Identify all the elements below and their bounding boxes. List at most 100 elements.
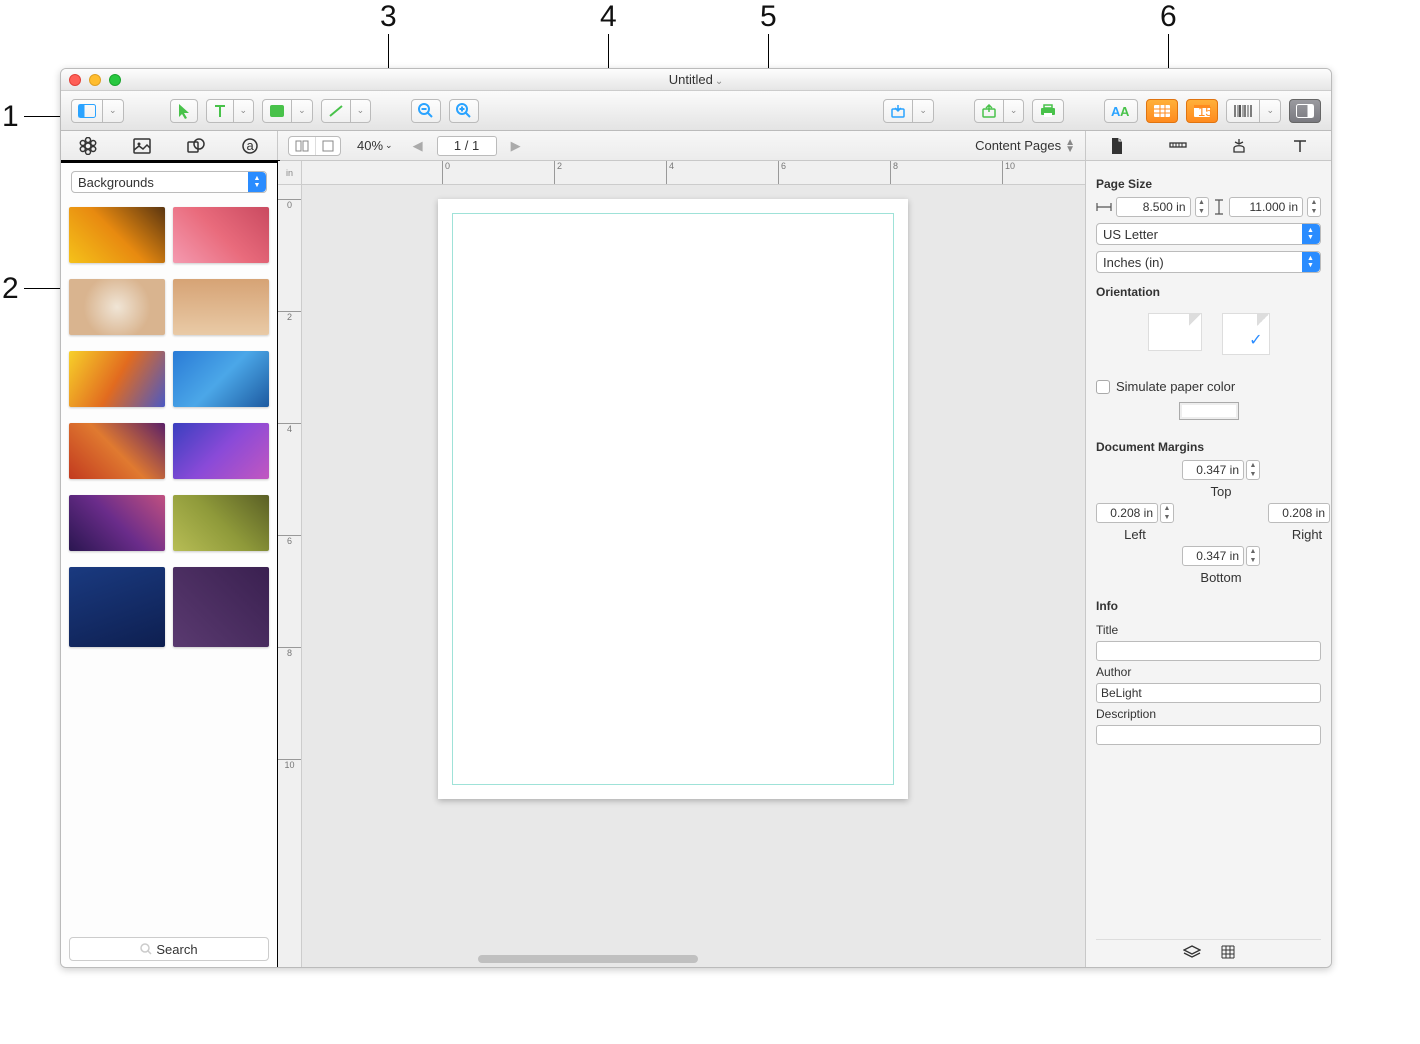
source-category-dropdown[interactable]: Backgrounds <box>71 171 267 193</box>
titlebar: Untitled⌄ <box>61 69 1331 91</box>
text-tab[interactable] <box>1286 139 1314 153</box>
shape-tool-button[interactable] <box>262 99 292 123</box>
ruler-tick: 2 <box>278 311 301 322</box>
import-menu[interactable]: ⌄ <box>913 99 934 123</box>
check-icon: ✓ <box>1249 330 1262 350</box>
ruler-tick: 0 <box>278 199 301 210</box>
margin-bottom-field[interactable]: 0.347 in <box>1182 546 1244 566</box>
page-width-stepper[interactable] <box>1195 197 1209 217</box>
view-mode-toggle[interactable] <box>288 136 341 156</box>
callout-5: 5 <box>760 0 777 34</box>
document-tab[interactable] <box>1103 137 1131 155</box>
inspector-panel: Page Size 8.500 in 11.000 in US Letter I… <box>1085 161 1331 967</box>
zoom-in-button[interactable] <box>449 99 479 123</box>
background-thumbnail[interactable] <box>69 567 165 647</box>
app-window: Untitled⌄ ⌄ ⌄ ⌄ <box>60 68 1332 968</box>
shapes-tab[interactable] <box>184 135 208 157</box>
canvas-area[interactable]: in 0246810 0246810 <box>278 161 1085 967</box>
background-thumbnail[interactable] <box>69 351 165 407</box>
updown-icon: ▲▼ <box>1065 139 1075 153</box>
page-height-stepper[interactable] <box>1307 197 1321 217</box>
page-canvas[interactable] <box>438 199 908 799</box>
info-title-field[interactable] <box>1096 641 1321 661</box>
background-thumbnail[interactable] <box>173 495 269 551</box>
calendar-button[interactable]: 15 <box>1186 99 1218 123</box>
margin-bottom-stepper[interactable] <box>1246 546 1260 566</box>
dropdown-icon <box>248 172 266 192</box>
margin-top-stepper[interactable] <box>1246 460 1260 480</box>
chevron-down-icon: ⌄ <box>715 76 723 87</box>
appearance-tab[interactable] <box>1225 138 1253 154</box>
margin-left-field[interactable]: 0.208 in <box>1096 503 1158 523</box>
background-thumbnail[interactable] <box>173 279 269 335</box>
ruler-tick: 4 <box>666 161 674 184</box>
text-styles-tab[interactable]: a <box>238 135 262 157</box>
zoom-dropdown[interactable]: 40%⌄ <box>351 138 399 153</box>
source-thumbnails <box>61 203 277 931</box>
search-placeholder: Search <box>156 942 197 957</box>
background-thumbnail[interactable] <box>69 207 165 263</box>
page-indicator[interactable]: 1 / 1 <box>437 136 497 156</box>
fonts-button[interactable]: AA <box>1104 99 1138 123</box>
prev-page-button[interactable]: ◀ <box>409 138 427 154</box>
share-menu[interactable]: ⌄ <box>1004 99 1025 123</box>
orientation-portrait-button[interactable]: ✓ <box>1222 313 1270 355</box>
info-author-field[interactable]: BeLight <box>1096 683 1321 703</box>
next-page-button[interactable]: ▶ <box>507 138 525 154</box>
clipart-tab[interactable] <box>76 135 100 157</box>
panels-toggle-menu[interactable]: ⌄ <box>103 99 124 123</box>
callout-6: 6 <box>1160 0 1177 34</box>
page-height-field[interactable]: 11.000 in <box>1229 197 1304 217</box>
simulate-paper-color-label: Simulate paper color <box>1116 379 1235 394</box>
margin-top-field[interactable]: 0.347 in <box>1182 460 1244 480</box>
background-thumbnail[interactable] <box>173 423 269 479</box>
geometry-tab[interactable] <box>1164 139 1192 153</box>
info-description-field[interactable] <box>1096 725 1321 745</box>
photos-tab[interactable] <box>130 135 154 157</box>
background-thumbnail[interactable] <box>173 351 269 407</box>
inspector-bottom-tabs <box>1096 939 1321 967</box>
layers-tab[interactable] <box>1183 945 1201 962</box>
shape-tool-menu[interactable]: ⌄ <box>292 99 313 123</box>
background-thumbnail[interactable] <box>69 423 165 479</box>
source-search-input[interactable]: Search <box>69 937 269 961</box>
margin-right-field[interactable]: 0.208 in <box>1268 503 1330 523</box>
table-button[interactable] <box>1146 99 1178 123</box>
barcode-button[interactable] <box>1226 99 1260 123</box>
simulate-paper-color-checkbox[interactable] <box>1096 380 1110 394</box>
margin-left-stepper[interactable] <box>1160 503 1174 523</box>
ruler-tick: 4 <box>278 423 301 434</box>
document-title[interactable]: Untitled⌄ <box>61 72 1331 87</box>
background-thumbnail[interactable] <box>173 567 269 647</box>
background-thumbnail[interactable] <box>69 495 165 551</box>
background-thumbnail[interactable] <box>173 207 269 263</box>
unit-dropdown[interactable]: Inches (in) <box>1096 251 1321 273</box>
page-width-field[interactable]: 8.500 in <box>1116 197 1191 217</box>
text-tool-menu[interactable]: ⌄ <box>234 99 255 123</box>
panels-toggle-button[interactable] <box>71 99 103 123</box>
background-thumbnail[interactable] <box>69 279 165 335</box>
text-tool-button[interactable] <box>206 99 234 123</box>
svg-text:15: 15 <box>1198 104 1211 118</box>
line-tool-button[interactable] <box>321 99 351 123</box>
print-button[interactable] <box>1032 99 1064 123</box>
import-button[interactable] <box>883 99 913 123</box>
line-tool-menu[interactable]: ⌄ <box>351 99 372 123</box>
zoom-value: 40% <box>357 138 383 153</box>
horizontal-scrollbar[interactable] <box>478 955 698 963</box>
barcode-menu[interactable]: ⌄ <box>1260 99 1281 123</box>
zoom-out-button[interactable] <box>411 99 441 123</box>
orientation-landscape-button[interactable] <box>1148 313 1202 351</box>
inspector-toggle-button[interactable] <box>1289 99 1321 123</box>
paper-color-swatch[interactable] <box>1179 402 1239 420</box>
share-button[interactable] <box>974 99 1004 123</box>
callout-1: 1 <box>2 100 19 134</box>
margin-right-label: Right <box>1292 527 1322 542</box>
content-pages-dropdown[interactable]: Content Pages ▲▼ <box>975 138 1075 153</box>
svg-text:A: A <box>1120 104 1130 118</box>
grid-tab[interactable] <box>1221 945 1235 962</box>
ruler-tick: 2 <box>554 161 562 184</box>
page-preset-dropdown[interactable]: US Letter <box>1096 223 1321 245</box>
inspector-tabs <box>1085 131 1331 161</box>
pointer-tool-button[interactable] <box>170 99 198 123</box>
